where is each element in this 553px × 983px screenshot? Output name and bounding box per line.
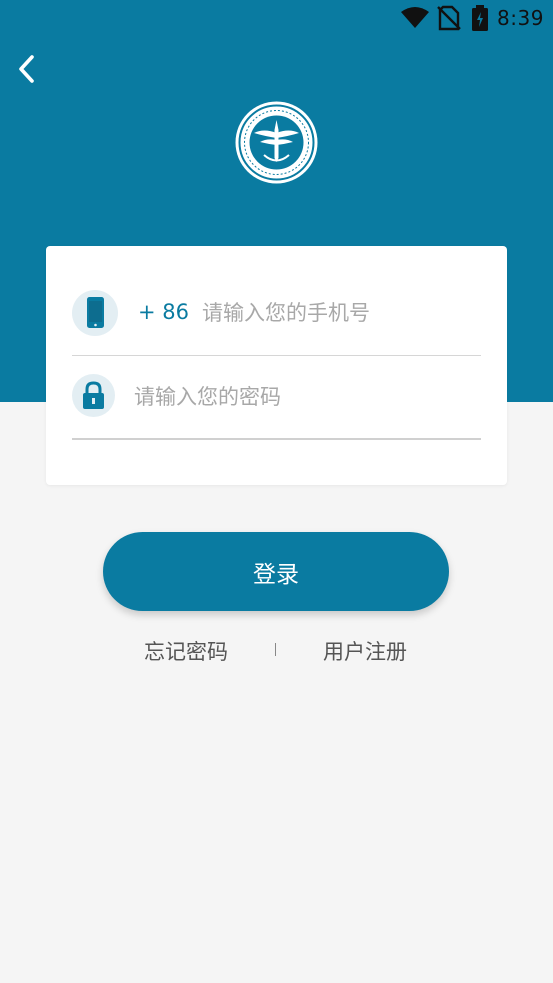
country-code[interactable]: + 86 <box>138 300 189 324</box>
password-row <box>72 356 481 440</box>
status-time: 8:39 <box>497 6 544 30</box>
back-arrow-icon <box>19 55 34 83</box>
password-input[interactable] <box>134 378 464 416</box>
back-button[interactable] <box>10 50 46 88</box>
battery-icon <box>471 5 489 35</box>
status-bar: 8:39 <box>0 0 553 38</box>
phone-input[interactable] <box>202 294 472 332</box>
login-form-card: + 86 <box>46 246 507 485</box>
link-divider <box>275 643 276 656</box>
phone-icon <box>72 290 118 336</box>
lock-icon <box>72 374 115 417</box>
register-link[interactable]: 用户注册 <box>323 636 407 666</box>
no-sim-icon <box>437 5 461 35</box>
phone-row: + 86 <box>72 286 481 356</box>
institution-emblem-logo <box>234 100 319 185</box>
login-button[interactable]: 登录 <box>103 532 449 611</box>
forgot-password-link[interactable]: 忘记密码 <box>144 636 228 666</box>
wifi-icon <box>400 6 430 34</box>
